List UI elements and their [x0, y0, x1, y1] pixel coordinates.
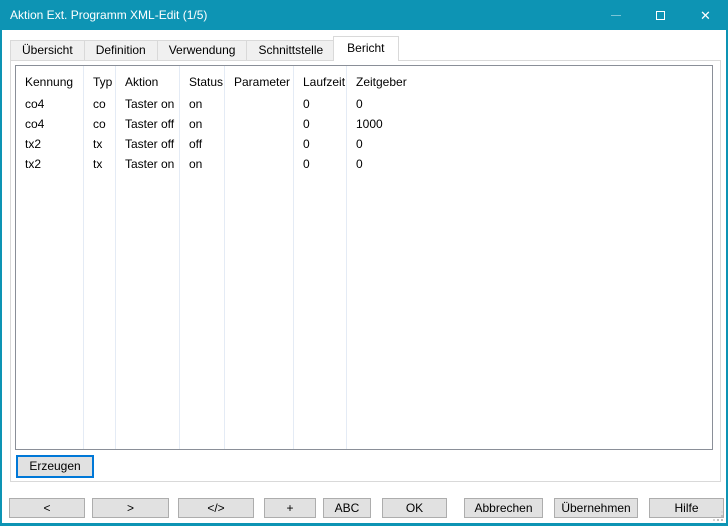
table-cell[interactable]: 0 [347, 134, 712, 154]
xml-button[interactable]: </> [178, 498, 254, 518]
table-cell[interactable]: Taster on [116, 154, 179, 174]
table-cell[interactable]: Taster on [116, 94, 179, 114]
table-cell[interactable]: tx2 [16, 134, 83, 154]
table-cell[interactable] [225, 114, 293, 134]
tab-bericht[interactable]: Bericht [333, 36, 398, 61]
table-cell[interactable]: 0 [294, 114, 346, 134]
table-column-zeitgeber: Zeitgeber 0 1000 0 0 [347, 66, 712, 449]
table-column-laufzeit: Laufzeit 0 0 0 0 [294, 66, 347, 449]
resize-grip[interactable] [714, 512, 724, 522]
column-header: Parameter [225, 66, 293, 94]
table-cell[interactable]: 0 [294, 154, 346, 174]
table-cell[interactable]: on [180, 114, 224, 134]
table-cell[interactable]: Taster off [116, 134, 179, 154]
table-cell[interactable]: co [84, 94, 115, 114]
tab-definition[interactable]: Definition [85, 40, 158, 61]
close-button[interactable]: ✕ [683, 0, 728, 30]
minimize-button[interactable] [593, 0, 638, 30]
table-cell[interactable]: co4 [16, 94, 83, 114]
table-cell[interactable]: 0 [347, 94, 712, 114]
table-cell[interactable]: 1000 [347, 114, 712, 134]
ok-button[interactable]: OK [382, 498, 447, 518]
erzeugen-button[interactable]: Erzeugen [16, 455, 94, 478]
table-column-status: Status on on off on [180, 66, 225, 449]
abc-button[interactable]: ABC [323, 498, 371, 518]
table-cell[interactable]: tx2 [16, 154, 83, 174]
table-cell[interactable]: on [180, 94, 224, 114]
titlebar: Aktion Ext. Programm XML-Edit (1/5) ✕ [0, 0, 728, 30]
table-cell[interactable] [225, 134, 293, 154]
table-cell[interactable]: tx [84, 134, 115, 154]
report-table[interactable]: Kennung co4 co4 tx2 tx2 Typ co co tx tx … [15, 65, 713, 450]
column-header: Zeitgeber [347, 66, 712, 94]
table-cell[interactable]: 0 [294, 134, 346, 154]
tab-strip: Übersicht Definition Verwendung Schnitts… [10, 36, 397, 61]
add-button[interactable]: + [264, 498, 316, 518]
maximize-button[interactable] [638, 0, 683, 30]
table-cell[interactable]: 0 [294, 94, 346, 114]
table-cell[interactable]: co4 [16, 114, 83, 134]
table-cell[interactable]: co [84, 114, 115, 134]
column-header: Laufzeit [294, 66, 346, 94]
maximize-icon [656, 11, 665, 20]
uebernehmen-button[interactable]: Übernehmen [554, 498, 638, 518]
resize-grip-icon [721, 519, 723, 521]
column-header: Typ [84, 66, 115, 94]
table-cell[interactable]: 0 [347, 154, 712, 174]
column-header: Aktion [116, 66, 179, 94]
dialog-window: Aktion Ext. Programm XML-Edit (1/5) ✕ Üb… [0, 0, 728, 526]
table-cell[interactable] [225, 154, 293, 174]
tab-verwendung[interactable]: Verwendung [158, 40, 248, 61]
table-column-parameter: Parameter [225, 66, 294, 449]
table-cell[interactable]: tx [84, 154, 115, 174]
window-title: Aktion Ext. Programm XML-Edit (1/5) [0, 8, 593, 22]
table-column-typ: Typ co co tx tx [84, 66, 116, 449]
table-cell[interactable] [225, 94, 293, 114]
column-header: Status [180, 66, 224, 94]
column-header: Kennung [16, 66, 83, 94]
table-cell[interactable]: Taster off [116, 114, 179, 134]
table-cell[interactable]: off [180, 134, 224, 154]
next-button[interactable]: > [92, 498, 169, 518]
minimize-icon [611, 15, 621, 16]
dialog-client-area: Übersicht Definition Verwendung Schnitts… [2, 30, 726, 523]
tab-schnittstelle[interactable]: Schnittstelle [247, 40, 335, 61]
table-cell[interactable]: on [180, 154, 224, 174]
table-column-aktion: Aktion Taster on Taster off Taster off T… [116, 66, 180, 449]
prev-button[interactable]: < [9, 498, 85, 518]
abbrechen-button[interactable]: Abbrechen [464, 498, 543, 518]
close-icon: ✕ [700, 9, 711, 22]
caption-buttons: ✕ [593, 0, 728, 30]
tab-uebersicht[interactable]: Übersicht [10, 40, 85, 61]
hilfe-button[interactable]: Hilfe [649, 498, 724, 518]
table-column-kennung: Kennung co4 co4 tx2 tx2 [16, 66, 84, 449]
